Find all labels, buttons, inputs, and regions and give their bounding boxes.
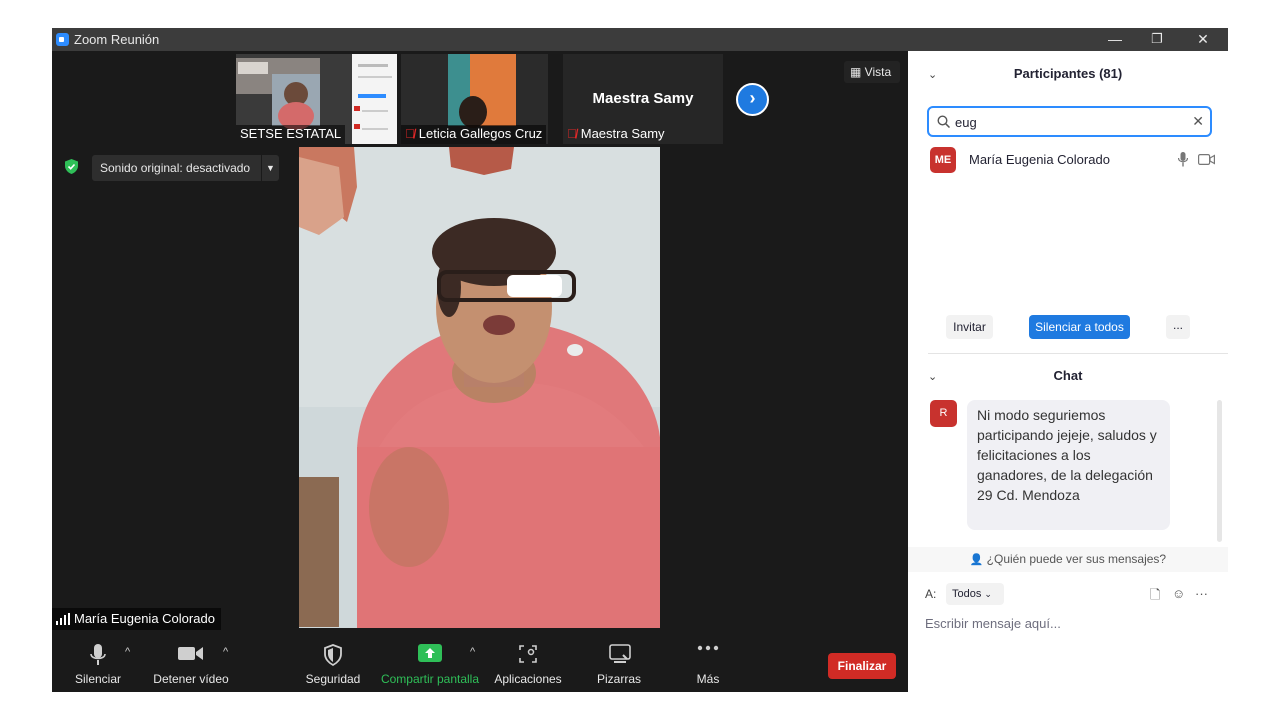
share-screen-button[interactable]: Compartir pantalla [378, 644, 482, 690]
divider [928, 353, 1228, 354]
title-bar: Zoom Reunión — ❐ ✕ [52, 28, 1228, 51]
grid-icon: ▦ [850, 65, 865, 79]
participant-list-item[interactable]: ME María Eugenia Colorado [930, 147, 1220, 173]
restore-button[interactable]: ❐ [1134, 28, 1180, 51]
search-icon [937, 115, 950, 128]
chevron-up-icon[interactable]: ^ [223, 646, 228, 658]
chat-message-input[interactable] [925, 613, 1215, 633]
whiteboard-icon [609, 644, 631, 663]
next-page-arrow-icon[interactable]: › [736, 83, 769, 116]
avatar: R [930, 400, 957, 427]
clear-search-icon[interactable]: ✕ [1192, 113, 1204, 130]
minimize-button[interactable]: — [1092, 28, 1138, 51]
window-title: Zoom Reunión [74, 32, 160, 47]
microphone-icon [90, 644, 106, 665]
main-speaker-video [299, 147, 660, 628]
video-area: SETSE ESTATAL 🎙̸ Leticia Gallegos Cruz Ma… [52, 51, 908, 636]
chevron-down-icon[interactable]: ▼ [261, 155, 279, 181]
participants-title: Participantes (81) [1013, 66, 1123, 81]
microphone-icon[interactable] [1178, 152, 1188, 167]
security-button[interactable]: Seguridad [302, 644, 364, 690]
shield-icon [324, 644, 342, 666]
zoom-app-icon [56, 33, 69, 46]
person-lock-icon: 👤 [969, 554, 987, 566]
more-dots-icon[interactable]: ··· [1195, 586, 1208, 601]
signal-strength-icon [56, 613, 70, 625]
close-button[interactable]: ✕ [1180, 28, 1226, 51]
mic-muted-icon: 🎙̸ [567, 126, 577, 141]
emoji-icon[interactable]: ☺ [1172, 586, 1185, 601]
side-panel: ⌄ Participantes (81) ✕ ME María Eugenia … [908, 51, 1228, 692]
zoom-window: Zoom Reunión — ❐ ✕ SETSE ESTATAL 🎙̸ Leti… [52, 28, 1228, 692]
invite-button[interactable]: Invitar [946, 315, 993, 339]
shield-check-icon [65, 159, 78, 174]
participant-name: María Eugenia Colorado [969, 152, 1110, 167]
meeting-toolbar: Silenciar ^ Detener vídeo ^ Seguridad Co… [52, 636, 908, 692]
thumbnail-name: 🎙̸ Leticia Gallegos Cruz [401, 125, 547, 144]
search-input[interactable] [955, 113, 1175, 131]
chat-message: Ni modo seguriemos participando jejeje, … [967, 400, 1170, 530]
camera-icon[interactable] [1198, 154, 1215, 165]
mic-muted-icon: 🎙̸ [405, 126, 415, 141]
chevron-up-icon[interactable]: ^ [470, 646, 475, 658]
recipient-select[interactable]: Todos ⌄ [946, 583, 1004, 605]
whiteboards-button[interactable]: Pizarras [588, 644, 650, 690]
recipient-label: A: [925, 587, 937, 601]
participant-search[interactable]: ✕ [927, 106, 1212, 137]
mute-all-button[interactable]: Silenciar a todos [1029, 315, 1130, 339]
chat-title: Chat [1053, 368, 1083, 383]
original-sound-toggle[interactable]: Sonido original: desactivado ▼ [92, 155, 279, 181]
file-icon[interactable]: 🗋 [1150, 586, 1160, 608]
participants-more-button[interactable]: ... [1166, 315, 1190, 339]
thumbnail-name: SETSE ESTATAL [236, 125, 346, 144]
stop-video-button[interactable]: Detener vídeo [150, 644, 232, 690]
participant-thumbnail[interactable]: Maestra Samy 🎙̸ Maestra Samy [563, 54, 723, 144]
avatar: ME [930, 147, 956, 173]
camera-icon [178, 647, 203, 660]
thumbnail-name: 🎙̸ Maestra Samy [567, 126, 665, 141]
who-can-see-messages-link[interactable]: 👤 ¿Quién puede ver sus mensajes? [908, 547, 1228, 572]
thumbnail-display-name: Maestra Samy [592, 90, 694, 107]
end-meeting-button[interactable]: Finalizar [828, 653, 896, 679]
chevron-up-icon[interactable]: ^ [125, 646, 130, 658]
chevron-down-icon: ⌄ [984, 589, 992, 599]
share-screen-icon [418, 644, 442, 662]
mute-button[interactable]: Silenciar [66, 644, 130, 690]
view-button[interactable]: ▦ Vista [844, 61, 900, 83]
apps-button[interactable]: Aplicaciones [492, 644, 564, 690]
participant-thumbnail[interactable]: 🎙̸ Leticia Gallegos Cruz [401, 54, 548, 144]
speaker-video-frame [299, 147, 660, 628]
active-speaker-label: María Eugenia Colorado [52, 608, 221, 630]
apps-icon [519, 645, 537, 663]
participant-thumbnail[interactable]: SETSE ESTATAL [236, 54, 397, 144]
more-button[interactable]: Más [682, 644, 734, 690]
more-dots-icon [697, 645, 719, 651]
chat-scrollbar[interactable] [1217, 400, 1222, 542]
